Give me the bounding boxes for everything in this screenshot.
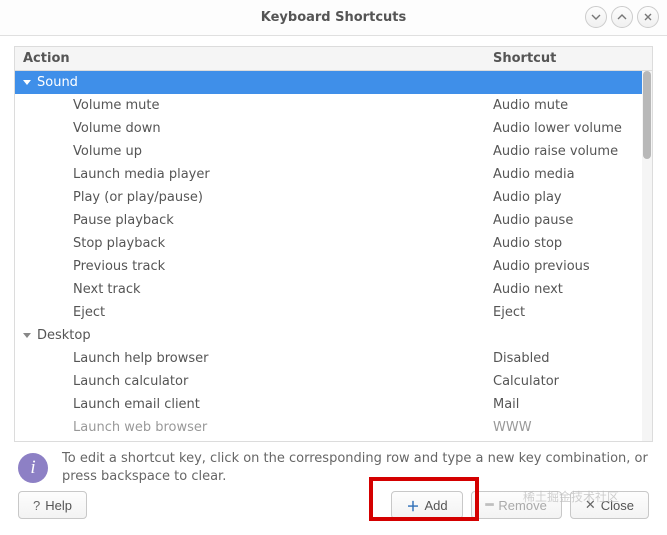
- table-body: Sound Volume muteAudio mute Volume downA…: [15, 71, 642, 441]
- table-row[interactable]: Launch help browserDisabled: [15, 347, 642, 370]
- info-icon: i: [18, 453, 48, 483]
- window-controls: [585, 6, 659, 28]
- shortcut-cell: Calculator: [489, 374, 642, 389]
- shortcut-cell: Audio raise volume: [489, 144, 642, 159]
- action-cell: Launch calculator: [15, 374, 489, 389]
- action-cell: Launch media player: [15, 167, 489, 182]
- shortcuts-table: Action Shortcut Sound Volume muteAudio m…: [14, 46, 653, 442]
- shortcut-cell: Audio previous: [489, 259, 642, 274]
- chevron-down-icon: [23, 333, 31, 338]
- table-row[interactable]: Play (or play/pause)Audio play: [15, 186, 642, 209]
- plus-icon: ＋: [406, 496, 419, 515]
- group-row-sound[interactable]: Sound: [15, 71, 642, 94]
- group-label: Desktop: [37, 328, 91, 343]
- button-label: Add: [424, 498, 447, 513]
- group-row-desktop[interactable]: Desktop: [15, 324, 642, 347]
- action-cell: Eject: [15, 305, 489, 320]
- shortcut-cell: Audio mute: [489, 98, 642, 113]
- table-row[interactable]: EjectEject: [15, 301, 642, 324]
- action-cell: Next track: [15, 282, 489, 297]
- group-label: Sound: [37, 75, 78, 90]
- column-header-action[interactable]: Action: [15, 51, 489, 66]
- table-row[interactable]: Launch calculatorCalculator: [15, 370, 642, 393]
- action-cell: Launch email client: [15, 397, 489, 412]
- add-button[interactable]: ＋ Add: [391, 491, 462, 519]
- table-row[interactable]: Volume downAudio lower volume: [15, 117, 642, 140]
- table-row[interactable]: Previous trackAudio previous: [15, 255, 642, 278]
- action-cell: Volume down: [15, 121, 489, 136]
- shortcut-cell: Audio pause: [489, 213, 642, 228]
- action-cell: Launch web browser: [15, 420, 489, 435]
- minus-icon: ━: [486, 497, 494, 513]
- vertical-scrollbar[interactable]: [642, 71, 652, 441]
- shortcut-cell: Audio lower volume: [489, 121, 642, 136]
- titlebar: Keyboard Shortcuts: [0, 0, 667, 36]
- action-cell: Pause playback: [15, 213, 489, 228]
- shortcut-cell: Audio stop: [489, 236, 642, 251]
- action-cell: Play (or play/pause): [15, 190, 489, 205]
- window-title: Keyboard Shortcuts: [261, 10, 406, 25]
- table-row[interactable]: Launch web browserWWW: [15, 416, 642, 439]
- shortcut-cell: Disabled: [489, 351, 642, 366]
- button-bar: ? Help ＋ Add ━ Remove ✕ Close: [14, 491, 653, 519]
- action-cell: Volume mute: [15, 98, 489, 113]
- info-text: To edit a shortcut key, click on the cor…: [62, 450, 649, 485]
- chevron-down-icon: [23, 80, 31, 85]
- action-cell: Volume up: [15, 144, 489, 159]
- table-row[interactable]: Volume upAudio raise volume: [15, 140, 642, 163]
- shortcut-cell: WWW: [489, 420, 642, 435]
- shortcut-cell: Audio play: [489, 190, 642, 205]
- maximize-button[interactable]: [611, 6, 633, 28]
- table-row[interactable]: Stop playbackAudio stop: [15, 232, 642, 255]
- table-header: Action Shortcut: [15, 47, 652, 71]
- close-button[interactable]: ✕ Close: [570, 491, 649, 519]
- table-row[interactable]: Next trackAudio next: [15, 278, 642, 301]
- close-window-button[interactable]: [637, 6, 659, 28]
- action-cell: Launch help browser: [15, 351, 489, 366]
- table-row[interactable]: Launch email clientMail: [15, 393, 642, 416]
- shortcut-cell: Mail: [489, 397, 642, 412]
- table-row[interactable]: Pause playbackAudio pause: [15, 209, 642, 232]
- column-header-shortcut[interactable]: Shortcut: [489, 51, 652, 66]
- minimize-button[interactable]: [585, 6, 607, 28]
- help-button[interactable]: ? Help: [18, 491, 87, 519]
- table-row[interactable]: Volume muteAudio mute: [15, 94, 642, 117]
- action-cell: Previous track: [15, 259, 489, 274]
- action-cell: Stop playback: [15, 236, 489, 251]
- shortcut-cell: Audio next: [489, 282, 642, 297]
- help-icon: ?: [33, 498, 40, 513]
- button-label: Help: [45, 498, 72, 513]
- shortcut-cell: Audio media: [489, 167, 642, 182]
- button-label: Remove: [498, 498, 546, 513]
- close-icon: ✕: [585, 497, 596, 513]
- shortcut-cell: Eject: [489, 305, 642, 320]
- button-label: Close: [601, 498, 634, 513]
- scrollbar-thumb[interactable]: [643, 71, 651, 159]
- main-content: Action Shortcut Sound Volume muteAudio m…: [0, 36, 667, 527]
- table-row[interactable]: Launch media playerAudio media: [15, 163, 642, 186]
- info-bar: i To edit a shortcut key, click on the c…: [14, 442, 653, 491]
- remove-button[interactable]: ━ Remove: [471, 491, 562, 519]
